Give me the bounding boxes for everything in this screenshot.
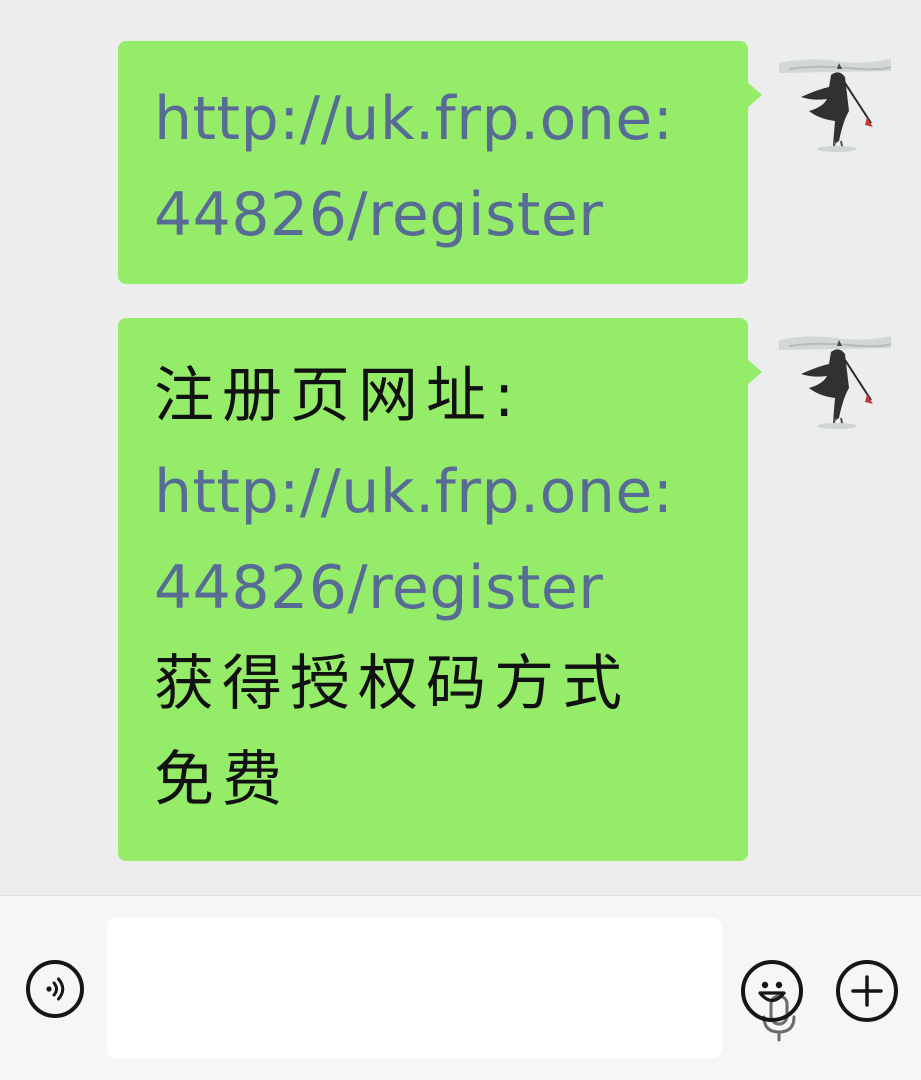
avatar[interactable] (779, 41, 891, 153)
message-input[interactable] (107, 918, 796, 1058)
message-bubble[interactable]: http://uk.frp.one: 44826/register (118, 41, 762, 284)
emoji-icon (758, 981, 786, 1003)
avatar-image (779, 41, 891, 153)
message-link-text[interactable]: 44826/register (154, 167, 728, 263)
message-link-text[interactable]: http://uk.frp.one: (154, 71, 728, 167)
message-text: 免费 (154, 745, 290, 815)
plus-icon (851, 975, 883, 1007)
more-button[interactable] (836, 960, 898, 1022)
message-bubble[interactable]: 注册页网址: http://uk.frp.one: 44826/register… (118, 318, 762, 861)
avatar[interactable] (779, 318, 891, 430)
bubble-tail (746, 358, 762, 386)
message-text: 获得授权码方式 (154, 649, 630, 719)
avatar-image (779, 318, 891, 430)
message-text: 注册页网址: (154, 361, 523, 431)
chat-message-list[interactable]: http://uk.frp.one: 44826/register 注册页网址:… (0, 0, 921, 895)
input-toolbar (0, 895, 921, 1080)
message-link-text[interactable]: http://uk.frp.one: (154, 444, 728, 540)
emoji-button[interactable] (741, 960, 803, 1022)
message-link-text[interactable]: 44826/register (154, 540, 728, 636)
voice-icon (46, 977, 65, 1001)
bubble-tail (746, 81, 762, 109)
voice-toggle-button[interactable] (26, 960, 84, 1018)
